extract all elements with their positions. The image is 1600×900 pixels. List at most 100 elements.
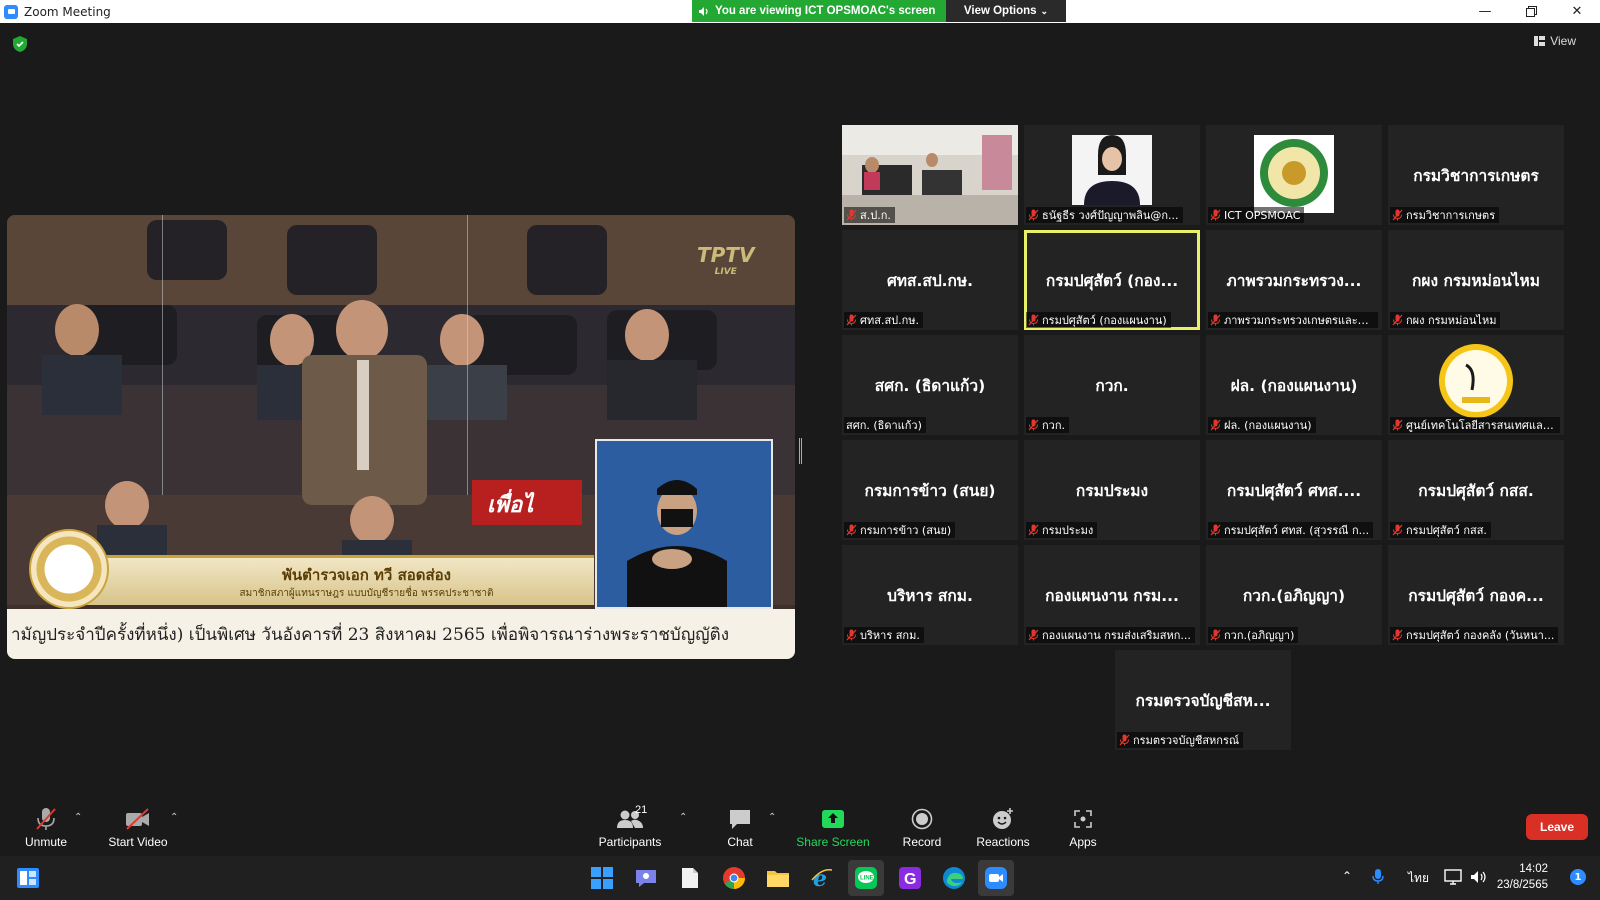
participant-name-label: กรมการข้าว (สนย) <box>844 522 956 538</box>
show-hidden-icons-button[interactable]: ⌃ <box>1342 869 1352 883</box>
participant-name-label: ส.ป.ก. <box>844 207 895 223</box>
news-ticker: ามัญประจำปีครั้งที่หนึ่ง) เป็นพิเศษ วันอ… <box>7 609 795 659</box>
zoom-taskbar-button[interactable] <box>978 860 1014 896</box>
close-button[interactable]: ✕ <box>1554 0 1600 23</box>
system-clock[interactable]: 14:02 23/8/2565 <box>1497 861 1548 893</box>
participant-label-text: ภาพรวมกระทรวงเกษตรและส... <box>1224 314 1374 327</box>
participant-display-name: กผง กรมหม่อนไหม <box>1412 272 1540 290</box>
windows-taskbar: e LINE G ⌃ ไทย 14:02 23/8/2565 1 <box>0 856 1600 900</box>
participant-display-name: บริหาร สกม. <box>887 587 973 605</box>
participant-tile[interactable]: บริหาร สกม. บริหาร สกม. <box>842 545 1018 645</box>
participant-label-text: กรมปศุสัตว์ ศทส. (สุวรรณี ก... <box>1224 524 1370 537</box>
notification-badge[interactable]: 1 <box>1570 869 1586 885</box>
microphone-muted-icon <box>1392 209 1403 221</box>
participant-tile[interactable]: ธนัฐธีร วงศ์ปัญญาพลิน@ก... <box>1024 125 1200 225</box>
share-screen-label: Share Screen <box>796 835 870 849</box>
line-button[interactable]: LINE <box>848 860 884 896</box>
record-button[interactable]: Record <box>877 806 967 849</box>
participant-tile[interactable]: กวก. กวก. <box>1024 335 1200 435</box>
zoom-app-icon <box>4 4 18 19</box>
start-button[interactable] <box>588 864 616 892</box>
microphone-muted-icon <box>1119 734 1130 746</box>
viewing-banner-text: You are viewing ICT OPSMOAC's screen <box>715 5 936 17</box>
participant-label-text: กรมวิชาการเกษตร <box>1406 209 1496 222</box>
participant-label-text: กรมปศุสัตว์ กสส. <box>1406 524 1487 537</box>
participant-tile[interactable]: กองแผนงาน กรม... กองแผนงาน กรมส่งเสริมสหก… <box>1024 545 1200 645</box>
view-options-button[interactable]: View Options ⌄ <box>946 0 1066 22</box>
participant-label-text: กรมการข้าว (สนย) <box>860 524 952 537</box>
speaker-name: พันตำรวจเอก ทวี สอดส่อง <box>282 566 451 584</box>
participant-tile[interactable]: กวก.(อภิญญา) กวก.(อภิญญา) <box>1206 545 1382 645</box>
view-button[interactable]: View <box>1534 34 1576 48</box>
participant-label-text: กรมตรวจบัญชีสหกรณ์ <box>1133 734 1240 747</box>
window-title: Zoom Meeting <box>24 4 111 19</box>
resize-divider-handle[interactable] <box>799 438 802 464</box>
edge-button[interactable] <box>940 864 968 892</box>
participant-name-label: กวก. <box>1026 417 1069 433</box>
participant-tile[interactable]: กรมปศุสัตว์ (กอง... กรมปศุสัตว์ (กองแผนงา… <box>1024 230 1200 330</box>
participant-label-text: ธนัฐธีร วงศ์ปัญญาพลิน@ก... <box>1042 209 1179 222</box>
participant-label-text: ศทส.สป.กษ. <box>860 314 920 327</box>
audio-options-caret-icon[interactable]: ⌃ <box>74 812 82 823</box>
participant-name-label: ศทส.สป.กษ. <box>844 312 924 328</box>
reactions-button[interactable]: Reactions <box>958 806 1048 849</box>
participant-tile[interactable]: กรมปศุสัตว์ ศทส.... กรมปศุสัตว์ ศทส. (สุว… <box>1206 440 1382 540</box>
participant-tile[interactable]: กรมปศุสัตว์ กองค... กรมปศุสัตว์ กองคลัง (… <box>1388 545 1564 645</box>
participants-caret-icon[interactable]: ⌃ <box>679 812 687 823</box>
participant-tile[interactable]: ICT OPSMOAC <box>1206 125 1382 225</box>
microphone-muted-icon <box>1210 629 1221 641</box>
participant-tile[interactable]: กผง กรมหม่อนไหม กผง กรมหม่อนไหม <box>1388 230 1564 330</box>
file-button[interactable] <box>676 864 704 892</box>
apps-button[interactable]: Apps <box>1038 806 1128 849</box>
participants-label: Participants <box>598 835 662 849</box>
participant-tile[interactable]: ส.ป.ก. <box>842 125 1018 225</box>
language-indicator[interactable]: ไทย <box>1408 869 1429 888</box>
svg-text:LINE: LINE <box>860 876 874 882</box>
participant-name-label: กองแผนงาน กรมส่งเสริมสหก... <box>1026 627 1195 643</box>
chrome-button[interactable] <box>720 864 748 892</box>
start-video-label: Start Video <box>108 835 168 849</box>
microphone-muted-icon <box>1028 419 1039 431</box>
speaker-icon <box>699 6 708 16</box>
participants-button[interactable]: 21 Participants <box>585 804 675 849</box>
chat-caret-icon[interactable]: ⌃ <box>768 812 776 823</box>
maximize-button[interactable] <box>1508 0 1554 23</box>
participant-display-name: กรมการข้าว (สนย) <box>864 482 996 500</box>
participant-tile[interactable]: กรมวิชาการเกษตร กรมวิชาการเกษตร <box>1388 125 1564 225</box>
participant-tile[interactable]: ภาพรวมกระทรวง... ภาพรวมกระทรวงเกษตรและส..… <box>1206 230 1382 330</box>
minimize-button[interactable]: — <box>1462 0 1508 23</box>
participant-name-label: กวก.(อภิญญา) <box>1208 627 1299 643</box>
participant-tile[interactable]: กรมประมง กรมประมง <box>1024 440 1200 540</box>
participant-label-text: กรมปศุสัตว์ กองคลัง (วันหนา... <box>1406 629 1555 642</box>
desk-sign: เพื่อไ <box>487 493 534 518</box>
video-options-caret-icon[interactable]: ⌃ <box>170 812 178 823</box>
internet-explorer-button[interactable]: e <box>808 864 836 892</box>
volume-icon[interactable] <box>1470 869 1488 888</box>
participant-display-name: ฝล. (กองแผนงาน) <box>1230 377 1358 395</box>
participant-tile[interactable]: กรมปศุสัตว์ กสส. กรมปศุสัตว์ กสส. <box>1388 440 1564 540</box>
file-explorer-button[interactable] <box>764 864 792 892</box>
close-icon: ✕ <box>1571 4 1583 19</box>
widgets-button[interactable] <box>14 864 42 892</box>
participant-tile[interactable]: กรมตรวจบัญชีสห... กรมตรวจบัญชีสหกรณ์ <box>1115 650 1291 750</box>
participant-tile[interactable]: ศทส.สป.กษ. ศทส.สป.กษ. <box>842 230 1018 330</box>
microphone-muted-icon <box>1210 314 1221 326</box>
internet-explorer-icon: e <box>811 866 833 890</box>
network-icon[interactable] <box>1444 869 1462 888</box>
encryption-shield-icon[interactable] <box>13 36 27 52</box>
participant-name-label: สศก. (ธิดาแก้ว) <box>844 417 926 433</box>
participant-tile[interactable]: สศก. (ธิดาแก้ว) สศก. (ธิดาแก้ว) <box>842 335 1018 435</box>
teams-chat-button[interactable] <box>632 864 660 892</box>
participant-tile[interactable]: กรมการข้าว (สนย) กรมการข้าว (สนย) <box>842 440 1018 540</box>
share-screen-button[interactable]: Share Screen <box>788 806 878 849</box>
g-app-button[interactable]: G <box>896 864 924 892</box>
leave-button[interactable]: Leave <box>1526 814 1588 840</box>
participant-display-name: กรมปศุสัตว์ (กอง... <box>1045 272 1179 290</box>
participant-tile[interactable]: ฝล. (กองแผนงาน) ฝล. (กองแผนงาน) <box>1206 335 1382 435</box>
microphone-muted-icon <box>1028 524 1039 536</box>
microphone-tray-icon[interactable] <box>1372 869 1384 888</box>
participant-tile[interactable]: ศูนย์เทคโนโลยีสารสนเทศและ... <box>1388 335 1564 435</box>
shared-screen-view[interactable]: เพื่อไ TPTV LIVE พันตำรวจเอก ทวี สอดส่อง… <box>7 215 795 659</box>
reactions-label: Reactions <box>976 835 1030 849</box>
participant-label-text: กรมประมง <box>1042 524 1094 537</box>
